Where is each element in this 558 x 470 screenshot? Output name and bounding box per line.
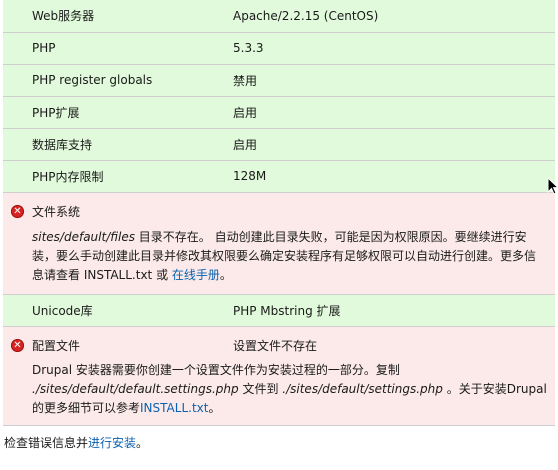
description-text: 文件到 [238, 381, 283, 396]
requirement-label: PHP register globals [3, 64, 233, 97]
requirement-label: Web服务器 [3, 0, 233, 33]
requirement-label: PHP扩展 [3, 96, 233, 129]
requirement-value: Apache/2.2.15 (CentOS) [233, 0, 555, 33]
requirement-row-php: PHP 5.3.3 [3, 32, 555, 65]
requirement-label: 配置文件 [32, 338, 81, 353]
requirement-description: Drupal 安装器需要你创建一个设置文件作为安装过程的一部分。复制 ./sit… [3, 354, 555, 425]
requirement-value: 禁用 [233, 64, 555, 97]
install-txt-link[interactable]: INSTALL.txt [140, 401, 208, 415]
requirement-row-memory-limit: PHP内存限制 128M [3, 160, 555, 193]
requirement-row-php-extensions: PHP扩展 启用 [3, 96, 555, 129]
requirement-label: Unicode库 [3, 294, 233, 327]
description-text-end: 。 [219, 267, 232, 282]
description-text: Drupal 安装器需要你创建一个设置文件作为安装过程的一部分。复制 [32, 362, 400, 377]
proceed-install-link[interactable]: 进行安装 [88, 436, 136, 450]
requirements-table: Web服务器 Apache/2.2.15 (CentOS) PHP 5.3.3 … [3, 0, 555, 426]
requirement-row-web-server: Web服务器 Apache/2.2.15 (CentOS) [3, 0, 555, 33]
requirement-value: 128M [233, 160, 555, 193]
requirement-label: 文件系统 [32, 204, 81, 219]
requirement-label: PHP [3, 32, 233, 65]
error-x-icon: ✕ [11, 204, 24, 218]
footer-text-end: 。 [136, 435, 149, 450]
requirement-description: sites/default/files 目录不存在。 自动创建此目录失败，可能是… [3, 220, 555, 294]
directory-path: sites/default/files [32, 229, 135, 244]
online-manual-link[interactable]: 在线手册 [172, 268, 220, 282]
requirement-value: PHP Mbstring 扩展 [233, 294, 555, 327]
requirement-label: PHP内存限制 [3, 160, 233, 193]
target-path: ./sites/default/settings.php [282, 381, 443, 396]
requirement-row-register-globals: PHP register globals 禁用 [3, 64, 555, 97]
requirement-row-unicode: Unicode库 PHP Mbstring 扩展 [3, 294, 555, 327]
footer-message: 检查错误信息并进行安装。 [4, 434, 558, 451]
requirement-value: 启用 [233, 128, 555, 161]
footer-text: 检查错误信息并 [4, 435, 89, 450]
requirement-row-settings-file: ✕ 配置文件 设置文件不存在 Drupal 安装器需要你创建一个设置文件作为安装… [3, 326, 555, 426]
requirement-label: 数据库支持 [3, 128, 233, 161]
requirement-value: 5.3.3 [233, 32, 555, 65]
error-x-icon: ✕ [11, 338, 24, 352]
mouse-pointer-icon [547, 177, 558, 195]
requirement-value: 启用 [233, 96, 555, 129]
requirement-row-file-system: ✕ 文件系统 sites/default/files 目录不存在。 自动创建此目… [3, 192, 555, 295]
description-text-end: 。 [208, 400, 221, 415]
requirement-row-database: 数据库支持 启用 [3, 128, 555, 161]
source-path: ./sites/default/default.settings.php [32, 381, 239, 396]
requirement-value: 设置文件不存在 [233, 338, 318, 353]
